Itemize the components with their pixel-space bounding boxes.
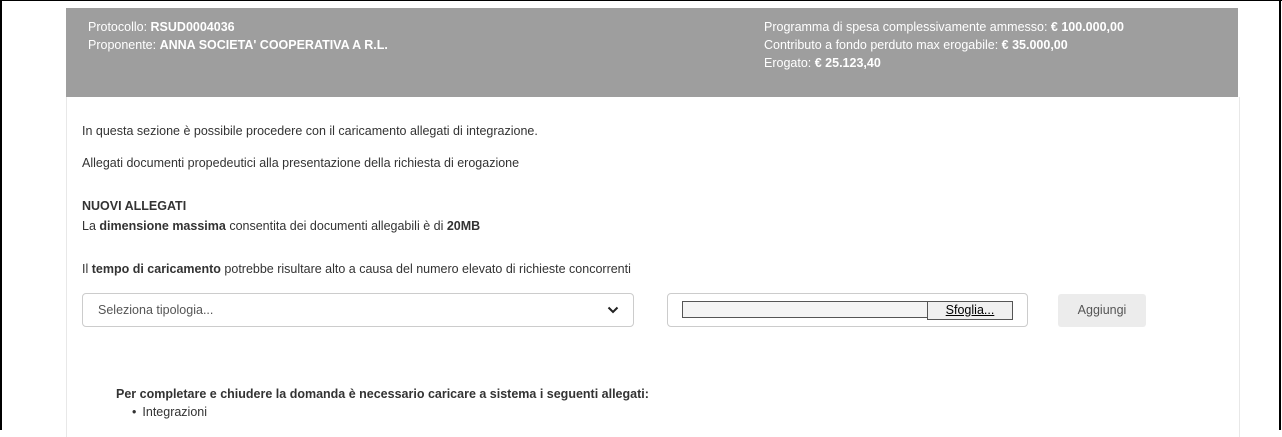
bullet-icon: • <box>132 405 137 419</box>
chevron-down-icon <box>607 306 619 314</box>
upload-time-suffix: potrebbe risultare alto a causa del nume… <box>220 262 631 276</box>
intro-text: In questa sezione è possibile procedere … <box>82 124 538 138</box>
header-left-info: Protocollo: RSUD0004036 Proponente: ANNA… <box>88 18 388 54</box>
max-size-middle: consentita dei documenti allegabili è di <box>225 219 447 233</box>
upload-time-bold: tempo di caricamento <box>91 262 221 276</box>
protocollo-value: RSUD0004036 <box>150 20 235 34</box>
upload-time-note: Il tempo di caricamento potrebbe risulta… <box>82 262 631 276</box>
proponente-value: ANNA SOCIETA' COOPERATIVA A R.L. <box>159 38 388 52</box>
window-frame-top <box>0 0 1282 1</box>
proponente-label: Proponente: <box>88 38 160 52</box>
erogato-line: Erogato: € 25.123,40 <box>764 54 1124 72</box>
contributo-label: Contributo a fondo perduto max erogabile… <box>764 38 1002 52</box>
allegati-description: Allegati documenti propedeutici alla pre… <box>82 156 520 170</box>
browse-button-label: Sfoglia... <box>945 303 995 317</box>
required-attachment-label: Integrazioni <box>142 405 208 419</box>
max-size-note: La dimensione massima consentita dei doc… <box>82 219 480 233</box>
tipologia-select-placeholder: Seleziona tipologia... <box>98 303 214 317</box>
protocollo-line: Protocollo: RSUD0004036 <box>88 18 388 36</box>
erogato-value: € 25.123,40 <box>814 56 881 70</box>
proponente-line: Proponente: ANNA SOCIETA' COOPERATIVA A … <box>88 36 388 54</box>
add-attachment-button[interactable]: Aggiungi <box>1058 294 1146 327</box>
window-frame-right <box>1279 0 1281 430</box>
window-frame-left <box>0 0 2 430</box>
programma-line: Programma di spesa complessivamente amme… <box>764 18 1124 36</box>
programma-value: € 100.000,00 <box>1050 20 1124 34</box>
file-path-field[interactable] <box>682 301 927 318</box>
max-size-prefix: La <box>82 219 100 233</box>
application-header: Protocollo: RSUD0004036 Proponente: ANNA… <box>66 8 1238 97</box>
programma-label: Programma di spesa complessivamente amme… <box>764 20 1051 34</box>
protocollo-label: Protocollo: <box>88 20 151 34</box>
erogato-label: Erogato: <box>764 56 815 70</box>
nuovi-allegati-title: NUOVI ALLEGATI <box>82 199 187 213</box>
max-size-value: 20MB <box>446 219 481 233</box>
max-size-bold: dimensione massima <box>99 219 226 233</box>
file-upload-container: Sfoglia... <box>667 293 1028 327</box>
contributo-line: Contributo a fondo perduto max erogabile… <box>764 36 1124 54</box>
contributo-value: € 35.000,00 <box>1001 38 1068 52</box>
browse-button[interactable]: Sfoglia... <box>927 301 1013 320</box>
tipologia-select[interactable]: Seleziona tipologia... <box>82 293 634 327</box>
header-right-info: Programma di spesa complessivamente amme… <box>764 18 1124 72</box>
required-attachments-title: Per completare e chiudere la domanda è n… <box>116 387 649 401</box>
upload-time-prefix: Il <box>82 262 92 276</box>
required-attachment-item: • Integrazioni <box>132 405 207 419</box>
